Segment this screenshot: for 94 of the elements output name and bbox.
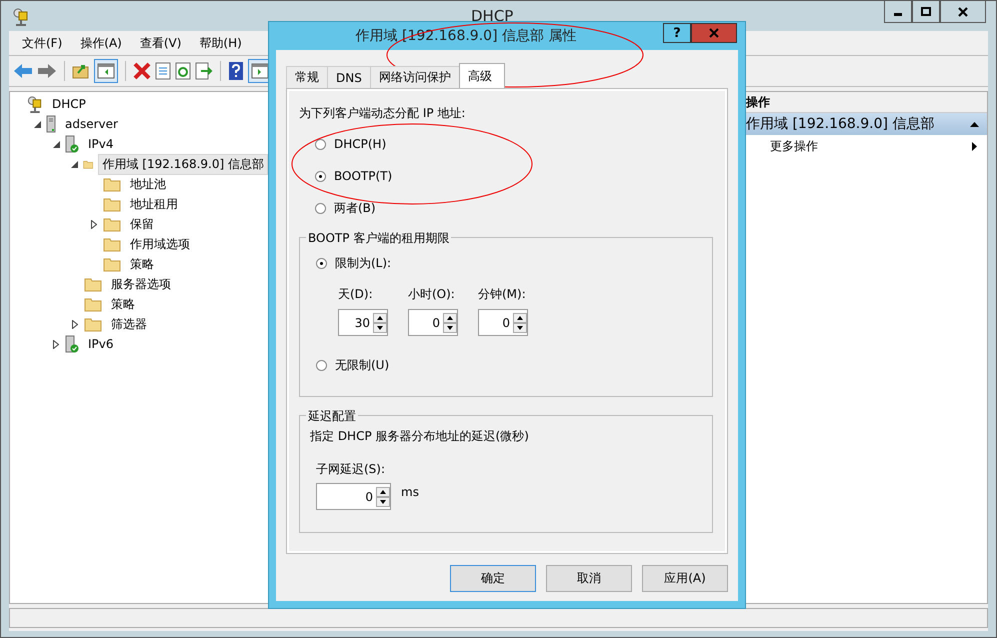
folder-icon xyxy=(84,316,102,332)
assign-label: 为下列客户端动态分配 IP 地址: xyxy=(299,105,466,122)
menu-item[interactable]: 操作(A) xyxy=(71,34,131,52)
maximize-icon xyxy=(921,6,931,16)
collapse-icon[interactable] xyxy=(71,160,78,168)
spinner-label: 天(D): xyxy=(338,286,374,303)
tree-item[interactable]: IPv6 xyxy=(84,335,118,353)
tree-item[interactable]: 服务器选项 xyxy=(107,274,175,294)
spinner-label: 分钟(M): xyxy=(478,286,527,303)
action-item[interactable]: 更多操作 xyxy=(742,135,987,157)
dialog-button[interactable]: 取消 xyxy=(546,565,632,592)
tree-item[interactable]: adserver xyxy=(61,115,122,133)
radio-circle[interactable] xyxy=(315,138,326,150)
delete-icon[interactable] xyxy=(133,62,151,80)
folder-icon xyxy=(103,216,121,232)
unit-label: ms xyxy=(401,484,419,499)
minimize-icon xyxy=(894,13,902,16)
number-spinner[interactable]: 0 xyxy=(478,309,528,336)
close-icon xyxy=(709,28,719,38)
maximize-button[interactable] xyxy=(912,1,940,23)
radio-circle[interactable] xyxy=(316,360,327,370)
group-legend: 延迟配置 xyxy=(306,408,358,425)
radio-option[interactable]: 限制为(L): xyxy=(316,254,700,272)
dhcp-icon xyxy=(13,8,29,26)
delay-description: 指定 DHCP 服务器分布地址的延迟(微秒) xyxy=(310,428,530,445)
close-button[interactable] xyxy=(940,1,986,23)
tree-item[interactable]: DHCP xyxy=(48,95,90,113)
tree-item[interactable]: 保留 xyxy=(126,214,158,234)
dialog-button[interactable]: 确定 xyxy=(450,565,536,592)
group-legend: BOOTP 客户端的租用期限 xyxy=(306,230,452,247)
number-spinner[interactable]: 30 xyxy=(338,309,388,336)
menu-item[interactable]: 帮助(H) xyxy=(190,34,251,52)
tree-item[interactable]: 地址池 xyxy=(126,174,170,194)
folder-icon xyxy=(103,196,121,212)
help-icon[interactable] xyxy=(228,61,244,81)
panel-icon[interactable] xyxy=(94,59,118,83)
dialog-button[interactable]: 应用(A) xyxy=(642,565,728,592)
spinner-label: 子网延迟(S): xyxy=(316,461,386,478)
folder-icon xyxy=(103,176,121,192)
folder-icon xyxy=(103,256,121,272)
radio-label: DHCP(H) xyxy=(334,137,386,151)
folder-up-icon[interactable] xyxy=(72,63,90,79)
folder-icon xyxy=(84,296,102,312)
forward-icon[interactable] xyxy=(37,63,57,79)
tree-item[interactable]: IPv4 xyxy=(84,135,118,153)
server-check-icon xyxy=(65,335,79,353)
radio-option[interactable]: 无限制(U) xyxy=(316,356,700,374)
folder-icon xyxy=(103,236,121,252)
expand-icon[interactable] xyxy=(91,220,97,228)
spinner-label: 小时(O): xyxy=(408,286,456,303)
radio-option[interactable]: DHCP(H) xyxy=(315,135,713,153)
tab[interactable]: DNS xyxy=(327,66,371,88)
tree-item[interactable]: 策略 xyxy=(107,294,139,314)
tab[interactable]: 常规 xyxy=(286,66,328,88)
collapse-icon[interactable] xyxy=(34,120,40,128)
tree-item[interactable]: 地址租用 xyxy=(126,194,182,214)
collapse-icon[interactable] xyxy=(52,140,60,148)
number-spinner[interactable]: 0 xyxy=(316,483,391,510)
action-label: 更多操作 xyxy=(770,138,818,154)
radio-label: BOOTP(T) xyxy=(334,169,392,183)
minimize-button[interactable] xyxy=(884,1,912,23)
radio-option[interactable]: 两者(B) xyxy=(315,199,713,217)
radio-label: 两者(B) xyxy=(334,200,376,216)
folder-icon xyxy=(84,276,102,292)
submenu-arrow-icon xyxy=(972,142,977,150)
back-icon[interactable] xyxy=(13,63,33,79)
menu-item[interactable]: 查看(V) xyxy=(130,34,190,52)
server-icon xyxy=(46,115,56,133)
radio-label: 无限制(U) xyxy=(335,356,390,374)
radio-circle[interactable] xyxy=(315,170,326,182)
tree-item[interactable]: 作用域 [192.168.9.0] 信息部 xyxy=(98,154,268,174)
collapse-icon[interactable] xyxy=(970,122,979,126)
dhcp-icon xyxy=(27,96,43,112)
tab[interactable]: 高级 xyxy=(458,63,505,88)
radio-circle[interactable] xyxy=(316,258,327,268)
section-title: 作用域 [192.168.9.0] 信息部 xyxy=(746,115,934,133)
tree-item[interactable]: 作用域选项 xyxy=(126,234,194,254)
expand-icon[interactable] xyxy=(53,340,59,348)
server-check-icon xyxy=(65,135,79,153)
radio-option[interactable]: BOOTP(T) xyxy=(315,167,713,185)
refresh-icon[interactable] xyxy=(175,62,191,80)
expand-icon[interactable] xyxy=(72,320,78,328)
number-spinner[interactable]: 0 xyxy=(408,309,458,336)
tab[interactable]: 网络访问保护 xyxy=(370,66,460,88)
radio-circle[interactable] xyxy=(315,202,326,214)
help-button[interactable]: ? xyxy=(663,23,691,43)
window-title: DHCP xyxy=(471,7,514,25)
close-icon xyxy=(958,6,968,16)
export-icon[interactable] xyxy=(195,62,213,80)
tree-item[interactable]: 策略 xyxy=(126,254,158,274)
properties-icon[interactable] xyxy=(155,62,171,80)
menu-item[interactable]: 文件(F) xyxy=(13,34,72,52)
radio-label: 限制为(L): xyxy=(335,254,392,272)
tree-item[interactable]: 筛选器 xyxy=(107,314,151,334)
